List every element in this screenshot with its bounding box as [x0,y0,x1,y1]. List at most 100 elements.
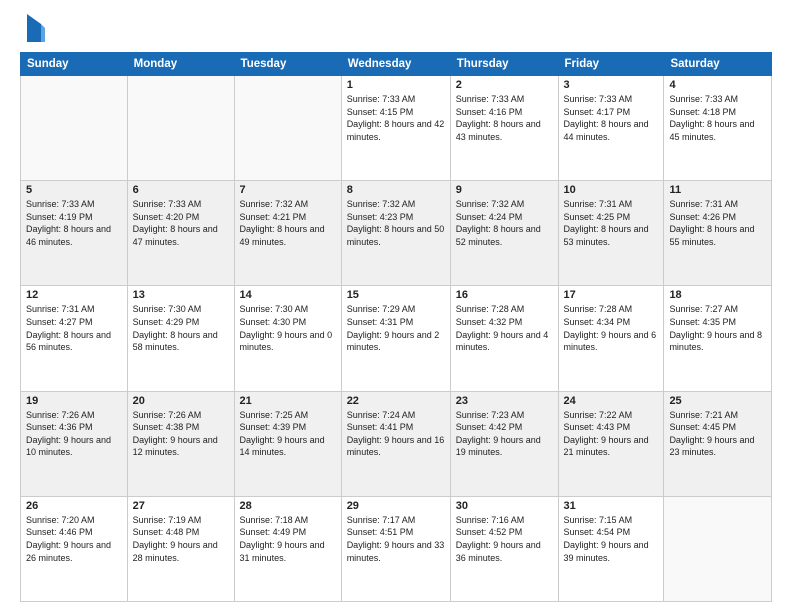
calendar-cell: 15 Sunrise: 7:29 AM Sunset: 4:31 PM Dayli… [341,286,450,391]
calendar-cell: 5 Sunrise: 7:33 AM Sunset: 4:19 PM Daylig… [21,181,128,286]
day-number: 14 [240,289,336,301]
calendar-cell: 31 Sunrise: 7:15 AM Sunset: 4:54 PM Dayli… [558,496,664,601]
calendar-cell: 4Sunrise: 7:33 AM Sunset: 4:18 PM Daylig… [664,76,772,181]
day-info: Sunrise: 7:26 AM Sunset: 4:36 PM Dayligh… [26,409,122,459]
day-number: 17 [564,289,659,301]
calendar-cell: 30 Sunrise: 7:16 AM Sunset: 4:52 PM Dayli… [450,496,558,601]
header [20,16,772,44]
day-number: 6 [133,184,229,196]
day-number: 22 [347,395,445,407]
day-number: 24 [564,395,659,407]
calendar-cell [234,76,341,181]
day-info: Sunrise: 7:32 AM Sunset: 4:21 PM Dayligh… [240,198,336,248]
day-info: Sunrise: 7:16 AM Sunset: 4:52 PM Dayligh… [456,514,553,564]
calendar-header-row: Sunday Monday Tuesday Wednesday Thursday… [21,53,772,76]
day-number: 27 [133,500,229,512]
calendar-cell [127,76,234,181]
day-number: 29 [347,500,445,512]
day-info: Sunrise: 7:33 AM Sunset: 4:20 PM Dayligh… [133,198,229,248]
calendar-cell [664,496,772,601]
col-tuesday: Tuesday [234,53,341,76]
day-info: Sunrise: 7:24 AM Sunset: 4:41 PM Dayligh… [347,409,445,459]
calendar-cell: 1Sunrise: 7:33 AM Sunset: 4:15 PM Daylig… [341,76,450,181]
day-info: Sunrise: 7:33 AM Sunset: 4:19 PM Dayligh… [26,198,122,248]
day-info: Sunrise: 7:25 AM Sunset: 4:39 PM Dayligh… [240,409,336,459]
calendar-cell: 12 Sunrise: 7:31 AM Sunset: 4:27 PM Dayli… [21,286,128,391]
page: Sunday Monday Tuesday Wednesday Thursday… [0,0,792,612]
calendar-cell: 24Sunrise: 7:22 AM Sunset: 4:43 PM Dayli… [558,391,664,496]
day-info: Sunrise: 7:27 AM Sunset: 4:35 PM Dayligh… [669,303,766,353]
calendar-cell: 10Sunrise: 7:31 AM Sunset: 4:25 PM Dayli… [558,181,664,286]
calendar-cell: 11 Sunrise: 7:31 AM Sunset: 4:26 PM Dayli… [664,181,772,286]
calendar-cell: 25Sunrise: 7:21 AM Sunset: 4:45 PM Dayli… [664,391,772,496]
day-number: 8 [347,184,445,196]
day-info: Sunrise: 7:19 AM Sunset: 4:48 PM Dayligh… [133,514,229,564]
day-info: Sunrise: 7:32 AM Sunset: 4:24 PM Dayligh… [456,198,553,248]
day-number: 16 [456,289,553,301]
day-number: 30 [456,500,553,512]
day-info: Sunrise: 7:30 AM Sunset: 4:29 PM Dayligh… [133,303,229,353]
day-number: 3 [564,79,659,91]
day-number: 23 [456,395,553,407]
calendar-cell: 13 Sunrise: 7:30 AM Sunset: 4:29 PM Dayli… [127,286,234,391]
calendar-cell: 16Sunrise: 7:28 AM Sunset: 4:32 PM Dayli… [450,286,558,391]
day-number: 21 [240,395,336,407]
day-number: 9 [456,184,553,196]
day-info: Sunrise: 7:33 AM Sunset: 4:16 PM Dayligh… [456,93,553,143]
calendar-cell: 6 Sunrise: 7:33 AM Sunset: 4:20 PM Daylig… [127,181,234,286]
calendar-table: Sunday Monday Tuesday Wednesday Thursday… [20,52,772,602]
col-thursday: Thursday [450,53,558,76]
calendar-cell: 14 Sunrise: 7:30 AM Sunset: 4:30 PM Dayli… [234,286,341,391]
col-friday: Friday [558,53,664,76]
day-number: 19 [26,395,122,407]
day-number: 12 [26,289,122,301]
calendar-cell: 3 Sunrise: 7:33 AM Sunset: 4:17 PM Daylig… [558,76,664,181]
day-info: Sunrise: 7:15 AM Sunset: 4:54 PM Dayligh… [564,514,659,564]
calendar-cell: 29 Sunrise: 7:17 AM Sunset: 4:51 PM Dayli… [341,496,450,601]
day-number: 4 [669,79,766,91]
day-number: 2 [456,79,553,91]
day-number: 18 [669,289,766,301]
day-number: 28 [240,500,336,512]
day-number: 31 [564,500,659,512]
day-info: Sunrise: 7:32 AM Sunset: 4:23 PM Dayligh… [347,198,445,248]
calendar-cell: 20 Sunrise: 7:26 AM Sunset: 4:38 PM Dayli… [127,391,234,496]
day-info: Sunrise: 7:26 AM Sunset: 4:38 PM Dayligh… [133,409,229,459]
day-info: Sunrise: 7:29 AM Sunset: 4:31 PM Dayligh… [347,303,445,353]
day-info: Sunrise: 7:30 AM Sunset: 4:30 PM Dayligh… [240,303,336,353]
calendar-week-row: 26 Sunrise: 7:20 AM Sunset: 4:46 PM Dayli… [21,496,772,601]
calendar-cell [21,76,128,181]
day-info: Sunrise: 7:33 AM Sunset: 4:17 PM Dayligh… [564,93,659,143]
day-number: 7 [240,184,336,196]
calendar-week-row: 19 Sunrise: 7:26 AM Sunset: 4:36 PM Dayli… [21,391,772,496]
day-info: Sunrise: 7:17 AM Sunset: 4:51 PM Dayligh… [347,514,445,564]
calendar-cell: 28Sunrise: 7:18 AM Sunset: 4:49 PM Dayli… [234,496,341,601]
day-info: Sunrise: 7:33 AM Sunset: 4:15 PM Dayligh… [347,93,445,143]
day-info: Sunrise: 7:31 AM Sunset: 4:27 PM Dayligh… [26,303,122,353]
calendar-cell: 7 Sunrise: 7:32 AM Sunset: 4:21 PM Daylig… [234,181,341,286]
day-info: Sunrise: 7:23 AM Sunset: 4:42 PM Dayligh… [456,409,553,459]
calendar-week-row: 5 Sunrise: 7:33 AM Sunset: 4:19 PM Daylig… [21,181,772,286]
day-info: Sunrise: 7:31 AM Sunset: 4:26 PM Dayligh… [669,198,766,248]
logo-icon [23,14,45,44]
day-number: 20 [133,395,229,407]
col-saturday: Saturday [664,53,772,76]
calendar-cell: 2 Sunrise: 7:33 AM Sunset: 4:16 PM Daylig… [450,76,558,181]
calendar-cell: 17 Sunrise: 7:28 AM Sunset: 4:34 PM Dayli… [558,286,664,391]
col-wednesday: Wednesday [341,53,450,76]
calendar-cell: 21 Sunrise: 7:25 AM Sunset: 4:39 PM Dayli… [234,391,341,496]
calendar-cell: 9 Sunrise: 7:32 AM Sunset: 4:24 PM Daylig… [450,181,558,286]
col-sunday: Sunday [21,53,128,76]
day-info: Sunrise: 7:20 AM Sunset: 4:46 PM Dayligh… [26,514,122,564]
calendar-cell: 22 Sunrise: 7:24 AM Sunset: 4:41 PM Dayli… [341,391,450,496]
day-number: 26 [26,500,122,512]
calendar-week-row: 12 Sunrise: 7:31 AM Sunset: 4:27 PM Dayli… [21,286,772,391]
day-number: 11 [669,184,766,196]
day-number: 5 [26,184,122,196]
calendar-cell: 18 Sunrise: 7:27 AM Sunset: 4:35 PM Dayli… [664,286,772,391]
logo [20,16,45,44]
day-info: Sunrise: 7:28 AM Sunset: 4:34 PM Dayligh… [564,303,659,353]
day-number: 15 [347,289,445,301]
day-number: 13 [133,289,229,301]
day-info: Sunrise: 7:31 AM Sunset: 4:25 PM Dayligh… [564,198,659,248]
